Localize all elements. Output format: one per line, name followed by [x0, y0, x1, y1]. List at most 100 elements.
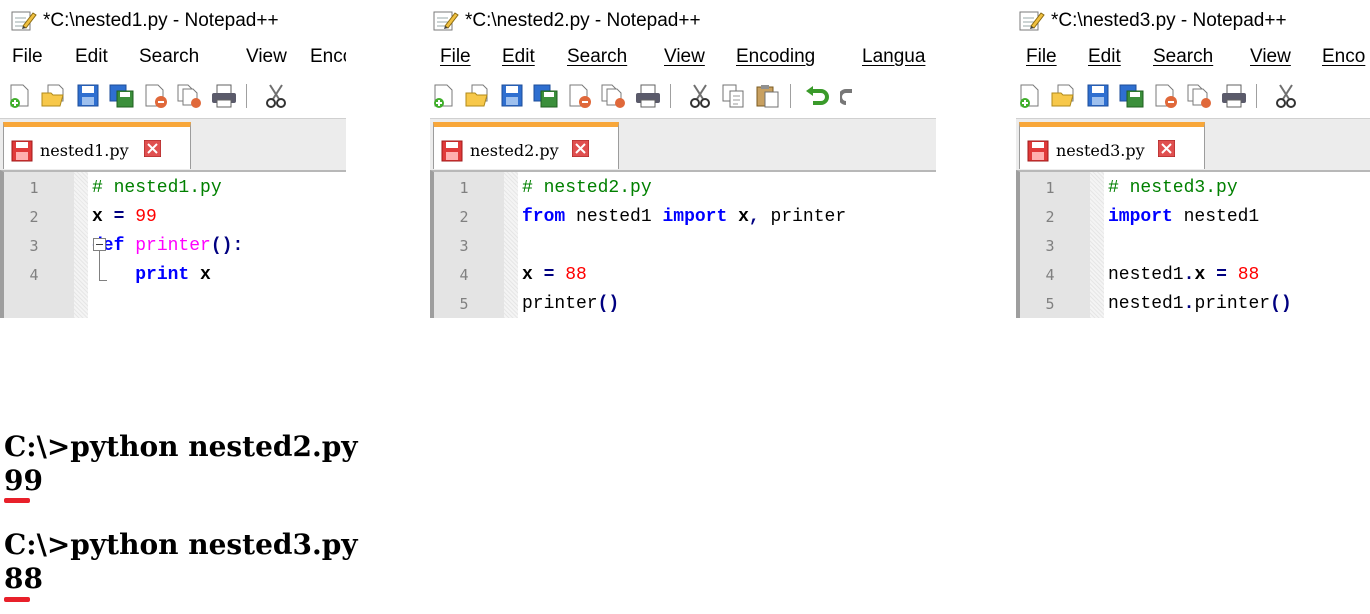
- fold-toggle-icon[interactable]: [93, 238, 106, 251]
- identifier: x: [1194, 265, 1206, 285]
- number-literal: 88: [565, 265, 587, 285]
- menu-bar: File Edit Search View Enco: [1016, 44, 1370, 74]
- close-file-icon[interactable]: [1152, 83, 1180, 109]
- identifier: x: [738, 207, 749, 227]
- close-file-icon[interactable]: [566, 83, 594, 109]
- fold-margin: [504, 172, 518, 318]
- close-tab-icon[interactable]: [1158, 140, 1175, 157]
- function-name: printer: [135, 236, 211, 256]
- redo-icon[interactable]: [840, 83, 852, 109]
- close-all-icon[interactable]: [600, 83, 628, 109]
- save-icon[interactable]: [498, 83, 526, 109]
- title-bar: *C:\nested1.py - Notepad++: [0, 0, 346, 40]
- close-tab-icon[interactable]: [572, 140, 589, 157]
- dot-operator: .: [1183, 294, 1195, 314]
- new-file-icon[interactable]: [1016, 83, 1044, 109]
- line-number: 2: [1045, 208, 1055, 226]
- close-all-icon[interactable]: [176, 83, 204, 109]
- tab-nested1[interactable]: nested1.py: [3, 122, 191, 169]
- unsaved-file-icon: [1027, 140, 1049, 162]
- notepad-app-icon: [1019, 11, 1045, 31]
- fold-guide-end: [99, 280, 107, 281]
- save-all-icon[interactable]: [108, 83, 136, 109]
- menu-file[interactable]: File: [1026, 46, 1057, 68]
- new-file-icon[interactable]: [430, 83, 458, 109]
- undo-icon[interactable]: [804, 83, 832, 109]
- parens: ():: [210, 236, 244, 256]
- code-line: 2 from nested1 import x, printer: [459, 205, 936, 234]
- tab-nested2[interactable]: nested2.py: [433, 122, 619, 169]
- code-editor[interactable]: 1 # nested1.py 2 x = 99 3 def printer():…: [0, 170, 346, 318]
- code-line: 2 import nested1: [1045, 205, 1370, 234]
- menu-bar: File Edit Search View Enco: [0, 44, 346, 74]
- toolbar-separator: [790, 84, 791, 108]
- save-icon[interactable]: [1084, 83, 1112, 109]
- menu-encoding[interactable]: Enco: [1322, 46, 1365, 68]
- close-file-icon[interactable]: [142, 83, 170, 109]
- line-number: 4: [1045, 266, 1055, 284]
- cut-icon[interactable]: [1272, 83, 1300, 109]
- copy-icon[interactable]: [720, 83, 748, 109]
- save-all-icon[interactable]: [1118, 83, 1146, 109]
- line-number: 3: [459, 237, 469, 255]
- console-result: 88: [4, 562, 43, 595]
- module-name: nested1: [576, 207, 652, 227]
- identifier: x: [522, 265, 533, 285]
- menu-edit[interactable]: Edit: [75, 46, 108, 68]
- tab-nested3[interactable]: nested3.py: [1019, 122, 1205, 169]
- close-tab-icon[interactable]: [144, 140, 161, 157]
- red-underline-mark: [4, 498, 30, 503]
- new-file-icon[interactable]: [6, 83, 34, 109]
- open-file-icon[interactable]: [1050, 83, 1078, 109]
- code-editor[interactable]: 1 # nested2.py 2 from nested1 import x, …: [430, 170, 936, 318]
- unsaved-file-icon: [441, 140, 463, 162]
- tab-bar: nested3.py: [1016, 118, 1370, 171]
- parens: (): [597, 294, 620, 314]
- print-icon[interactable]: [210, 83, 238, 109]
- menu-search[interactable]: Search: [139, 46, 199, 68]
- menu-language[interactable]: Langua: [862, 46, 925, 68]
- code-editor[interactable]: 1 # nested3.py 2 import nested1 3 4 nest…: [1016, 170, 1370, 318]
- menu-bar: File Edit Search View Encoding Langua: [430, 44, 936, 74]
- line-number: 3: [29, 237, 39, 255]
- close-all-icon[interactable]: [1186, 83, 1214, 109]
- line-number: 4: [459, 266, 469, 284]
- dot-operator: .: [1183, 265, 1195, 285]
- code-line: 2 x = 99: [29, 205, 346, 234]
- line-number: 5: [1045, 295, 1055, 313]
- code-line: 3: [1045, 234, 1370, 263]
- identifier: printer: [770, 207, 847, 227]
- operator: =: [113, 207, 125, 227]
- menu-search[interactable]: Search: [567, 46, 627, 68]
- menu-view[interactable]: View: [246, 46, 287, 68]
- function-call: printer: [1194, 294, 1271, 314]
- open-file-icon[interactable]: [464, 83, 492, 109]
- menu-encoding[interactable]: Enco: [310, 46, 346, 68]
- cut-icon[interactable]: [686, 83, 714, 109]
- menu-file[interactable]: File: [12, 46, 43, 68]
- tab-label: nested2.py: [470, 141, 559, 160]
- code-line: 5 nested1.printer(): [1045, 292, 1370, 318]
- menu-search[interactable]: Search: [1153, 46, 1213, 68]
- menu-edit[interactable]: Edit: [502, 46, 535, 68]
- line-number: 4: [29, 266, 39, 284]
- keyword: from: [522, 207, 566, 227]
- print-icon[interactable]: [634, 83, 662, 109]
- title-bar: *C:\nested3.py - Notepad++: [1016, 0, 1370, 40]
- open-file-icon[interactable]: [40, 83, 68, 109]
- code-line: 3: [459, 234, 936, 263]
- menu-edit[interactable]: Edit: [1088, 46, 1121, 68]
- menu-view[interactable]: View: [664, 46, 705, 68]
- cut-icon[interactable]: [262, 83, 290, 109]
- menu-file[interactable]: File: [440, 46, 471, 68]
- print-icon[interactable]: [1220, 83, 1248, 109]
- menu-encoding[interactable]: Encoding: [736, 46, 815, 68]
- paste-icon[interactable]: [754, 83, 782, 109]
- code-area: 1 # nested3.py 2 import nested1 3 4 nest…: [1045, 176, 1370, 318]
- number-literal: 88: [1237, 265, 1260, 285]
- parens: (): [1270, 294, 1292, 314]
- save-icon[interactable]: [74, 83, 102, 109]
- unsaved-file-icon: [11, 140, 33, 162]
- menu-view[interactable]: View: [1250, 46, 1291, 68]
- save-all-icon[interactable]: [532, 83, 560, 109]
